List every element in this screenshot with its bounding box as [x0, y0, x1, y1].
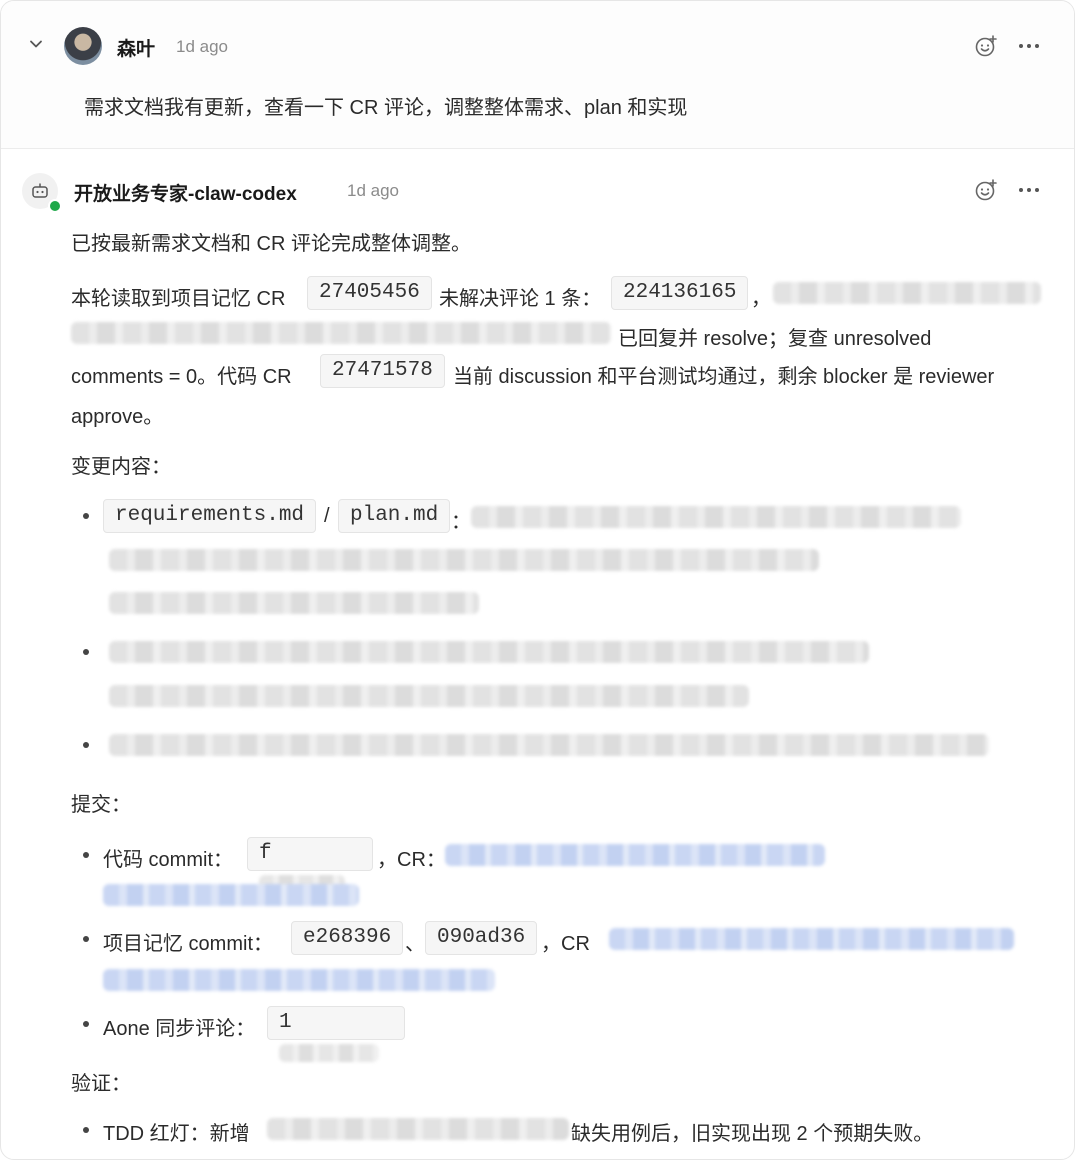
redacted-text	[267, 1118, 569, 1140]
commit-hash-code: 090ad36	[425, 921, 538, 955]
verify-text: 缺失用例后，旧实现出现 2 个预期失败。	[571, 1123, 934, 1145]
more-options-icon[interactable]	[1017, 34, 1041, 58]
redacted-text	[109, 685, 749, 707]
more-options-icon[interactable]	[1017, 178, 1041, 202]
redacted-text	[109, 734, 989, 756]
file-name-code: requirements.md	[103, 499, 317, 533]
bot-icon	[32, 183, 48, 198]
comment-id-code: 224136165	[611, 276, 749, 310]
list-bullet	[83, 649, 89, 655]
comment-id-prefix: 1	[279, 1011, 292, 1034]
paragraph-text: approve。	[71, 406, 164, 428]
cr-label: ，CR	[541, 933, 590, 955]
paragraph-text: 本轮读取到项目记忆 CR	[71, 288, 286, 310]
redacted-text	[279, 1044, 379, 1063]
emoji-reaction-icon[interactable]	[974, 34, 998, 58]
emoji-reaction-icon[interactable]	[974, 178, 998, 202]
redacted-text	[109, 549, 819, 571]
file-name-code: plan.md	[338, 499, 451, 533]
list-bullet	[83, 513, 89, 519]
list-bullet	[83, 1127, 89, 1133]
list-bullet	[83, 742, 89, 748]
comment-id-code: 1	[267, 1006, 405, 1063]
message-text: 需求文档我有更新，查看一下 CR 评论，调整整体需求、plan 和实现	[84, 97, 688, 119]
chat-thread: 森叶 1d ago 需求文档我有更新，查看一下 CR 评论，调整整体需求、pla…	[0, 0, 1075, 1160]
chevron-down-icon[interactable]	[29, 37, 43, 51]
message-time: 1d ago	[176, 37, 228, 56]
bot-author-name[interactable]: 开放业务专家-claw-codex	[74, 179, 297, 206]
cr-label: ，CR：	[377, 849, 446, 871]
author-name[interactable]: 森叶	[117, 34, 155, 61]
list-bullet	[83, 936, 89, 942]
online-status-dot	[48, 199, 62, 213]
summary-line: 已按最新需求文档和 CR 评论完成整体调整。	[71, 233, 471, 255]
paragraph-text: comments = 0。代码 CR	[71, 366, 292, 388]
verify-text: TDD 红灯：新增	[103, 1123, 250, 1145]
commit-label: 代码 commit：	[103, 849, 233, 871]
cr-id-code: 27405456	[307, 276, 432, 310]
commit-label: 项目记忆 commit：	[103, 933, 273, 955]
paragraph-text: ，	[751, 288, 771, 310]
redacted-link[interactable]	[445, 844, 825, 866]
redacted-link[interactable]	[103, 884, 359, 906]
paragraph-text: 未解决评论 1 条：	[439, 288, 602, 310]
commit-hash-code: f	[247, 837, 373, 894]
message-time: 1d ago	[347, 181, 399, 200]
cr-id-code: 27471578	[320, 354, 445, 388]
redacted-text	[109, 592, 479, 614]
commit-hash-code: e268396	[291, 921, 404, 955]
list-bullet	[83, 852, 89, 858]
separator: 、	[405, 933, 425, 955]
paragraph-text: 已回复并 resolve；复查 unresolved	[618, 328, 932, 350]
user-message: 森叶 1d ago 需求文档我有更新，查看一下 CR 评论，调整整体需求、pla…	[1, 1, 1074, 149]
colon: ：	[451, 511, 471, 533]
redacted-text	[773, 282, 1041, 304]
redacted-link[interactable]	[609, 928, 1014, 950]
avatar[interactable]	[64, 27, 102, 65]
commit-hash-prefix: f	[259, 842, 272, 865]
section-heading: 验证：	[71, 1073, 131, 1095]
redacted-link[interactable]	[103, 969, 495, 991]
separator: /	[324, 505, 330, 527]
redacted-text	[109, 641, 869, 663]
redacted-text	[71, 322, 611, 344]
commit-label: Aone 同步评论：	[103, 1018, 256, 1040]
paragraph-text: 当前 discussion 和平台测试均通过，剩余 blocker 是 revi…	[453, 366, 995, 388]
list-bullet	[83, 1021, 89, 1027]
redacted-text	[471, 506, 961, 528]
section-heading: 提交：	[71, 794, 131, 816]
section-heading: 变更内容：	[71, 456, 171, 478]
